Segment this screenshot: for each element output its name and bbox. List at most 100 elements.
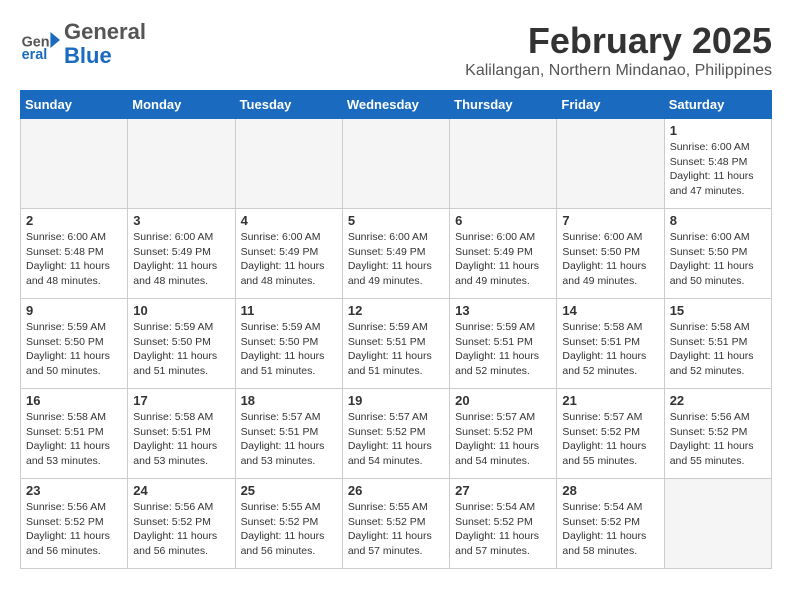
day-info: Sunrise: 6:00 AM Sunset: 5:49 PM Dayligh… xyxy=(455,230,551,289)
day-info: Sunrise: 5:56 AM Sunset: 5:52 PM Dayligh… xyxy=(670,410,766,469)
day-info: Sunrise: 5:59 AM Sunset: 5:50 PM Dayligh… xyxy=(241,320,337,379)
day-number: 10 xyxy=(133,303,229,318)
day-cell xyxy=(21,119,128,209)
day-cell: 24 Sunrise: 5:56 AM Sunset: 5:52 PM Dayli… xyxy=(128,479,235,569)
day-cell: 21 Sunrise: 5:57 AM Sunset: 5:52 PM Dayli… xyxy=(557,389,664,479)
weekday-header-saturday: Saturday xyxy=(664,91,771,119)
day-cell: 18Sunrise: 5:57 AM Sunset: 5:51 PM Dayli… xyxy=(235,389,342,479)
day-number: 1 xyxy=(670,123,766,138)
day-number: 5 xyxy=(348,213,444,228)
day-cell: 2 Sunrise: 6:00 AM Sunset: 5:48 PM Daylig… xyxy=(21,209,128,299)
day-number: 12 xyxy=(348,303,444,318)
day-info: Sunrise: 5:57 AM Sunset: 5:52 PM Dayligh… xyxy=(348,410,444,469)
day-info: Sunrise: 5:58 AM Sunset: 5:51 PM Dayligh… xyxy=(670,320,766,379)
day-info: Sunrise: 5:56 AM Sunset: 5:52 PM Dayligh… xyxy=(26,500,122,559)
day-number: 16 xyxy=(26,393,122,408)
day-cell: 3 Sunrise: 6:00 AM Sunset: 5:49 PM Daylig… xyxy=(128,209,235,299)
day-number: 27 xyxy=(455,483,551,498)
day-cell: 14Sunrise: 5:58 AM Sunset: 5:51 PM Dayli… xyxy=(557,299,664,389)
day-number: 2 xyxy=(26,213,122,228)
week-row-4: 16 Sunrise: 5:58 AM Sunset: 5:51 PM Dayli… xyxy=(21,389,772,479)
day-number: 11 xyxy=(241,303,337,318)
day-number: 23 xyxy=(26,483,122,498)
weekday-header-monday: Monday xyxy=(128,91,235,119)
day-info: Sunrise: 5:57 AM Sunset: 5:52 PM Dayligh… xyxy=(562,410,658,469)
day-info: Sunrise: 6:00 AM Sunset: 5:48 PM Dayligh… xyxy=(26,230,122,289)
day-info: Sunrise: 5:59 AM Sunset: 5:51 PM Dayligh… xyxy=(348,320,444,379)
day-cell: 17 Sunrise: 5:58 AM Sunset: 5:51 PM Dayli… xyxy=(128,389,235,479)
day-info: Sunrise: 5:54 AM Sunset: 5:52 PM Dayligh… xyxy=(562,500,658,559)
day-number: 7 xyxy=(562,213,658,228)
title-block: February 2025 Kalilangan, Northern Minda… xyxy=(465,20,772,80)
day-number: 26 xyxy=(348,483,444,498)
logo-icon: Gen eral xyxy=(20,24,60,64)
day-cell: 7 Sunrise: 6:00 AM Sunset: 5:50 PM Daylig… xyxy=(557,209,664,299)
day-cell: 4 Sunrise: 6:00 AM Sunset: 5:49 PM Daylig… xyxy=(235,209,342,299)
day-info: Sunrise: 5:59 AM Sunset: 5:50 PM Dayligh… xyxy=(133,320,229,379)
day-number: 20 xyxy=(455,393,551,408)
day-info: Sunrise: 6:00 AM Sunset: 5:49 PM Dayligh… xyxy=(348,230,444,289)
day-number: 21 xyxy=(562,393,658,408)
day-info: Sunrise: 5:58 AM Sunset: 5:51 PM Dayligh… xyxy=(133,410,229,469)
day-cell: 6Sunrise: 6:00 AM Sunset: 5:49 PM Daylig… xyxy=(450,209,557,299)
day-info: Sunrise: 6:00 AM Sunset: 5:49 PM Dayligh… xyxy=(241,230,337,289)
day-cell: 25 Sunrise: 5:55 AM Sunset: 5:52 PM Dayli… xyxy=(235,479,342,569)
day-number: 19 xyxy=(348,393,444,408)
day-cell: 16 Sunrise: 5:58 AM Sunset: 5:51 PM Dayli… xyxy=(21,389,128,479)
logo-name: General Blue xyxy=(64,20,146,68)
week-row-1: 1 Sunrise: 6:00 AM Sunset: 5:48 PM Daylig… xyxy=(21,119,772,209)
weekday-header-row: SundayMondayTuesdayWednesdayThursdayFrid… xyxy=(21,91,772,119)
day-info: Sunrise: 5:58 AM Sunset: 5:51 PM Dayligh… xyxy=(562,320,658,379)
day-info: Sunrise: 6:00 AM Sunset: 5:48 PM Dayligh… xyxy=(670,140,766,199)
day-number: 9 xyxy=(26,303,122,318)
day-info: Sunrise: 5:56 AM Sunset: 5:52 PM Dayligh… xyxy=(133,500,229,559)
day-number: 22 xyxy=(670,393,766,408)
day-number: 17 xyxy=(133,393,229,408)
day-cell xyxy=(450,119,557,209)
day-number: 4 xyxy=(241,213,337,228)
day-number: 8 xyxy=(670,213,766,228)
day-cell xyxy=(664,479,771,569)
day-info: Sunrise: 6:00 AM Sunset: 5:49 PM Dayligh… xyxy=(133,230,229,289)
day-cell: 26 Sunrise: 5:55 AM Sunset: 5:52 PM Dayli… xyxy=(342,479,449,569)
day-cell: 23 Sunrise: 5:56 AM Sunset: 5:52 PM Dayli… xyxy=(21,479,128,569)
day-info: Sunrise: 5:59 AM Sunset: 5:50 PM Dayligh… xyxy=(26,320,122,379)
day-cell: 10 Sunrise: 5:59 AM Sunset: 5:50 PM Dayli… xyxy=(128,299,235,389)
logo: Gen eral General Blue xyxy=(20,20,146,68)
week-row-2: 2 Sunrise: 6:00 AM Sunset: 5:48 PM Daylig… xyxy=(21,209,772,299)
calendar-table: SundayMondayTuesdayWednesdayThursdayFrid… xyxy=(20,90,772,569)
day-cell: 1 Sunrise: 6:00 AM Sunset: 5:48 PM Daylig… xyxy=(664,119,771,209)
day-number: 3 xyxy=(133,213,229,228)
logo-general: General xyxy=(64,20,146,44)
weekday-header-tuesday: Tuesday xyxy=(235,91,342,119)
week-row-5: 23 Sunrise: 5:56 AM Sunset: 5:52 PM Dayli… xyxy=(21,479,772,569)
day-info: Sunrise: 5:54 AM Sunset: 5:52 PM Dayligh… xyxy=(455,500,551,559)
day-number: 24 xyxy=(133,483,229,498)
day-cell: 19 Sunrise: 5:57 AM Sunset: 5:52 PM Dayli… xyxy=(342,389,449,479)
day-info: Sunrise: 5:55 AM Sunset: 5:52 PM Dayligh… xyxy=(348,500,444,559)
location-title: Kalilangan, Northern Mindanao, Philippin… xyxy=(465,62,772,80)
day-cell xyxy=(342,119,449,209)
day-number: 28 xyxy=(562,483,658,498)
day-info: Sunrise: 6:00 AM Sunset: 5:50 PM Dayligh… xyxy=(562,230,658,289)
day-cell: 15Sunrise: 5:58 AM Sunset: 5:51 PM Dayli… xyxy=(664,299,771,389)
svg-text:eral: eral xyxy=(22,47,48,63)
day-cell: 11 Sunrise: 5:59 AM Sunset: 5:50 PM Dayli… xyxy=(235,299,342,389)
week-row-3: 9 Sunrise: 5:59 AM Sunset: 5:50 PM Daylig… xyxy=(21,299,772,389)
day-info: Sunrise: 5:57 AM Sunset: 5:51 PM Dayligh… xyxy=(241,410,337,469)
day-info: Sunrise: 5:58 AM Sunset: 5:51 PM Dayligh… xyxy=(26,410,122,469)
weekday-header-friday: Friday xyxy=(557,91,664,119)
day-cell: 9 Sunrise: 5:59 AM Sunset: 5:50 PM Daylig… xyxy=(21,299,128,389)
day-info: Sunrise: 5:59 AM Sunset: 5:51 PM Dayligh… xyxy=(455,320,551,379)
day-cell xyxy=(235,119,342,209)
day-cell: 27 Sunrise: 5:54 AM Sunset: 5:52 PM Dayli… xyxy=(450,479,557,569)
weekday-header-wednesday: Wednesday xyxy=(342,91,449,119)
day-info: Sunrise: 5:55 AM Sunset: 5:52 PM Dayligh… xyxy=(241,500,337,559)
day-cell: 20 Sunrise: 5:57 AM Sunset: 5:52 PM Dayli… xyxy=(450,389,557,479)
day-cell: 13 Sunrise: 5:59 AM Sunset: 5:51 PM Dayli… xyxy=(450,299,557,389)
logo-blue: Blue xyxy=(64,44,146,68)
day-number: 25 xyxy=(241,483,337,498)
day-cell: 12 Sunrise: 5:59 AM Sunset: 5:51 PM Dayli… xyxy=(342,299,449,389)
day-number: 13 xyxy=(455,303,551,318)
day-info: Sunrise: 5:57 AM Sunset: 5:52 PM Dayligh… xyxy=(455,410,551,469)
